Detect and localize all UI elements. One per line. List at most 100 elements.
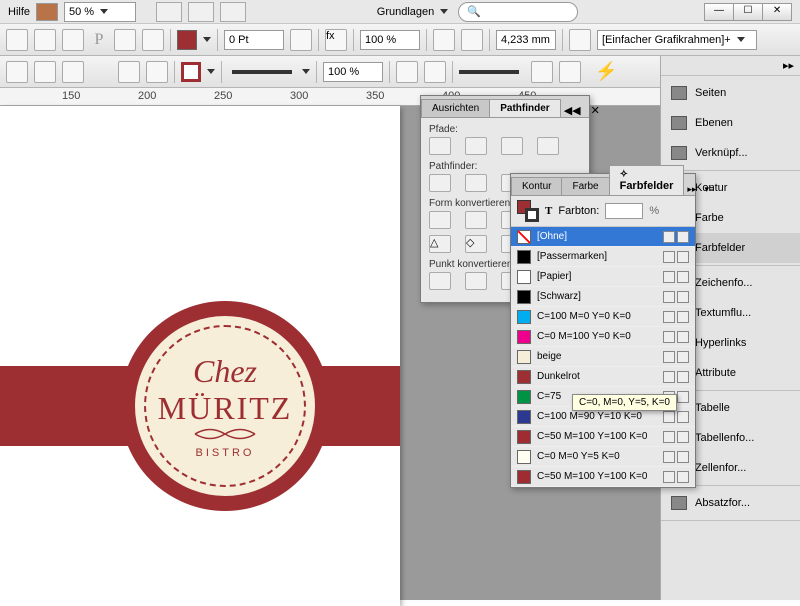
dock-item-seiten[interactable]: Seiten xyxy=(661,78,800,108)
view-mode-icon-1[interactable] xyxy=(156,2,182,22)
swatch-flag-icon xyxy=(677,411,689,423)
point-icon[interactable] xyxy=(429,272,451,290)
size-input[interactable] xyxy=(496,30,556,50)
dock-header: ▸▸ xyxy=(661,56,800,76)
label-pathfinder: Pathfinder: xyxy=(429,161,581,172)
tool-icon[interactable] xyxy=(62,29,84,51)
swatch-flag-icon xyxy=(677,371,689,383)
opacity-input-2[interactable] xyxy=(323,62,383,82)
tab-farbfelder[interactable]: ✧ Farbfelder xyxy=(609,165,685,195)
effects-icon[interactable]: fx xyxy=(325,29,347,51)
stroke-width-input[interactable] xyxy=(224,30,284,50)
zoom-dropdown[interactable]: 50 % xyxy=(64,2,136,22)
path-op-icon[interactable] xyxy=(501,137,523,155)
panel-menu-icon[interactable]: ▾≡ xyxy=(700,184,718,195)
swatch-row[interactable]: Dunkelrot xyxy=(511,367,695,387)
tool-icon[interactable] xyxy=(6,29,28,51)
path-op-icon[interactable] xyxy=(537,137,559,155)
pathfinder-op-icon[interactable] xyxy=(429,174,451,192)
collapse-icon[interactable]: ▸▸ xyxy=(783,59,794,72)
swatch-name: C=100 M=90 Y=10 K=0 xyxy=(537,411,657,422)
close-button[interactable]: ✕ xyxy=(762,3,792,21)
swatch-row[interactable]: C=0 M=100 Y=0 K=0 xyxy=(511,327,695,347)
control-bar: P fx [Einfacher Grafikrahmen]+ xyxy=(0,24,800,56)
swatch-row[interactable]: C=50 M=100 Y=100 K=0 xyxy=(511,467,695,487)
document-page[interactable]: Chez MÜRITZ BISTRO xyxy=(0,106,400,606)
flash-icon[interactable]: ⚡ xyxy=(595,61,617,82)
dock-item-absatzfor[interactable]: Absatzfor... xyxy=(661,488,800,518)
shape-icon[interactable]: ◇ xyxy=(465,235,487,253)
view-mode-icon-2[interactable] xyxy=(188,2,214,22)
swatch-row[interactable]: C=0 M=0 Y=5 K=0 xyxy=(511,447,695,467)
tool-icon[interactable] xyxy=(34,61,56,83)
panel-close-icon[interactable]: ✕ xyxy=(585,104,606,117)
tool-icon[interactable] xyxy=(6,61,28,83)
minimize-button[interactable]: — xyxy=(704,3,734,21)
swatch-flag-icon xyxy=(663,311,675,323)
tool-icon[interactable] xyxy=(146,61,168,83)
dock-item-verknpf[interactable]: Verknüpf... xyxy=(661,138,800,168)
swatch-row[interactable]: [Schwarz] xyxy=(511,287,695,307)
window-controls: — ☐ ✕ xyxy=(705,3,792,21)
shape-icon[interactable] xyxy=(465,211,487,229)
workspace-dropdown[interactable]: Grundlagen xyxy=(373,2,453,22)
stroke-type-icon[interactable] xyxy=(232,70,292,74)
tool-icon[interactable] xyxy=(62,61,84,83)
swatch-name: [Ohne] xyxy=(537,231,657,242)
wrap-icon[interactable] xyxy=(396,61,418,83)
object-style-dropdown[interactable]: [Einfacher Grafikrahmen]+ xyxy=(597,30,757,50)
fill-stroke-toggle[interactable] xyxy=(517,200,539,222)
dock-item-ebenen[interactable]: Ebenen xyxy=(661,108,800,138)
tool-icon[interactable] xyxy=(531,61,553,83)
corner-icon[interactable] xyxy=(569,29,591,51)
swatch-row[interactable]: [Passermarken] xyxy=(511,247,695,267)
swatch-row[interactable]: [Papier] xyxy=(511,267,695,287)
paragraph-icon[interactable]: P xyxy=(90,31,108,49)
swatch-header: T Farbton: % xyxy=(511,196,695,227)
swatch-flag-icon xyxy=(677,271,689,283)
point-icon[interactable] xyxy=(465,272,487,290)
tool-icon[interactable] xyxy=(114,29,136,51)
path-op-icon[interactable] xyxy=(429,137,451,155)
tab-align[interactable]: Ausrichten xyxy=(421,99,490,117)
tool-icon[interactable] xyxy=(34,29,56,51)
stroke-style-icon[interactable] xyxy=(290,29,312,51)
tint-input[interactable] xyxy=(605,203,643,219)
wrap-icon[interactable] xyxy=(433,29,455,51)
flourish-icon xyxy=(190,427,260,441)
chevron-down-icon xyxy=(203,37,211,42)
stroke-swatch[interactable] xyxy=(181,62,201,82)
shape-icon[interactable] xyxy=(429,211,451,229)
swatch-name: beige xyxy=(537,351,657,362)
swatch-name: Dunkelrot xyxy=(537,371,657,382)
bridge-icon[interactable] xyxy=(36,3,58,21)
pathfinder-op-icon[interactable] xyxy=(465,174,487,192)
wrap-icon[interactable] xyxy=(461,29,483,51)
panel-icon xyxy=(671,146,687,160)
swatch-row[interactable]: [Ohne] xyxy=(511,227,695,247)
tab-farbe[interactable]: Farbe xyxy=(561,177,609,195)
panel-menu-icon[interactable]: ◀◀ xyxy=(560,104,585,117)
tool-icon[interactable] xyxy=(118,61,140,83)
tool-icon[interactable] xyxy=(559,61,581,83)
fill-swatch[interactable] xyxy=(177,30,197,50)
swatch-row[interactable]: C=50 M=100 Y=100 K=0 xyxy=(511,427,695,447)
wrap-icon[interactable] xyxy=(424,61,446,83)
path-op-icon[interactable] xyxy=(465,137,487,155)
swatches-panel[interactable]: Kontur Farbe ✧ Farbfelder ▸▸ ▾≡ T Farbto… xyxy=(510,173,696,488)
swatch-name: C=50 M=100 Y=100 K=0 xyxy=(537,431,657,442)
swatch-row[interactable]: beige xyxy=(511,347,695,367)
help-menu[interactable]: Hilfe xyxy=(8,6,30,18)
shape-icon[interactable]: △ xyxy=(429,235,451,253)
swatch-row[interactable]: C=100 M=0 Y=0 K=0 xyxy=(511,307,695,327)
tool-icon[interactable] xyxy=(142,29,164,51)
swatch-chip xyxy=(517,350,531,364)
view-mode-icon-3[interactable] xyxy=(220,2,246,22)
tab-kontur[interactable]: Kontur xyxy=(511,177,562,195)
maximize-button[interactable]: ☐ xyxy=(733,3,763,21)
panel-collapse-icon[interactable]: ▸▸ xyxy=(683,184,700,195)
opacity-input[interactable] xyxy=(360,30,420,50)
tab-pathfinder[interactable]: Pathfinder xyxy=(489,99,560,117)
swatch-name: C=0 M=0 Y=5 K=0 xyxy=(537,451,657,462)
search-input[interactable]: 🔍 xyxy=(458,2,578,22)
